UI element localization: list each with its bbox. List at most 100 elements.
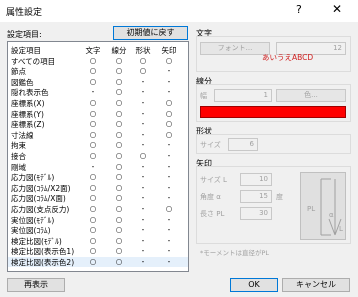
arrow-mark: - [167, 172, 171, 182]
shape-size-label: サイズ [200, 141, 221, 149]
text-mark: ○ [89, 246, 97, 256]
arrow-mark: - [167, 214, 171, 224]
text-mark: ○ [89, 150, 97, 160]
arrow-mark: - [167, 235, 171, 245]
shape-size-field[interactable]: 6 [228, 138, 258, 151]
line-mark: ○ [115, 214, 123, 224]
list-item[interactable]: 拘束 ○ ○ - - [8, 140, 188, 151]
item-label: 検定比図(ﾓﾃﾞﾙ) [11, 236, 62, 246]
list-item[interactable]: 実位図(ﾓﾃﾞﾙ) ○ ○ - - [8, 215, 188, 226]
shape-mark: - [141, 246, 145, 256]
item-label: 接合 [11, 151, 26, 161]
arrow-mark: ○ [165, 108, 173, 118]
text-mark: ○ [89, 193, 97, 203]
arrow-mark: - [167, 76, 171, 86]
header-text: 文字 [85, 46, 101, 55]
line-width-field[interactable]: 1 [214, 89, 272, 102]
list-item[interactable]: 接合 ○ ○ ○ - [8, 151, 188, 162]
list-item[interactable]: 検定比図(ﾓﾃﾞﾙ) ○ ○ - - [8, 236, 188, 247]
text-mark: ○ [89, 256, 97, 266]
text-mark: ○ [89, 225, 97, 235]
arrow-size-field[interactable]: 10 [240, 173, 272, 186]
text-mark: - [91, 87, 95, 97]
ok-button[interactable]: OK [230, 278, 278, 292]
line-mark: ○ [115, 161, 123, 171]
arrow-angle-field[interactable]: 15 [240, 190, 272, 203]
text-mark: ○ [89, 172, 97, 182]
shape-mark: - [141, 129, 145, 139]
list-item[interactable]: 節点 ○ ○ ○ - [8, 66, 188, 77]
line-mark: ○ [115, 182, 123, 192]
line-color-button[interactable]: 色... [276, 89, 346, 102]
text-mark: ○ [89, 76, 97, 86]
items-label: 設定項目: [7, 30, 42, 39]
line-mark: ○ [115, 225, 123, 235]
text-mark: ○ [89, 140, 97, 150]
shape-mark: - [141, 76, 145, 86]
list-item[interactable]: 検定比図(表示色1) ○ ○ - - [8, 246, 188, 257]
list-item[interactable]: すべての項目 ○ ○ ○ ○ [8, 56, 188, 67]
shape-mark: ○ [139, 66, 147, 76]
item-label: 検定比図(表示色2) [11, 257, 75, 267]
shape-mark: - [141, 182, 145, 192]
list-item[interactable]: 応力図(ｺﾗﾑ/X2面) ○ ○ - - [8, 183, 188, 194]
arrow-mark: - [167, 150, 171, 160]
shape-mark: ○ [139, 55, 147, 65]
arrow-size-label: サイズ L [200, 176, 227, 184]
text-mark: ○ [89, 129, 97, 139]
line-mark: ○ [115, 140, 123, 150]
line-mark: ○ [115, 256, 123, 266]
item-label: 隠れ表示色 [11, 88, 49, 98]
preview-alpha-label: α [329, 211, 334, 219]
items-list[interactable]: 設定項目 文字 線分 形状 矢印 すべての項目 ○ ○ ○ ○ 節点 ○ ○ ○ - 図鑑色 ○ ○ - -… [7, 41, 189, 272]
item-label: 応力図(ｺﾗﾑ/X面) [11, 194, 66, 204]
list-item[interactable]: 応力図(支点反力) ○ ○ - ○ [8, 204, 188, 215]
moment-note: *モーメントは直径がPL [200, 249, 270, 257]
font-sample: あいうえABCD [262, 53, 314, 62]
item-label: 検定比図(表示色1) [11, 247, 75, 257]
text-mark: ○ [89, 119, 97, 129]
arrow-length-field[interactable]: 30 [240, 207, 272, 220]
list-item[interactable]: 座標系(Z) ○ ○ - ○ [8, 119, 188, 130]
arrow-mark: - [167, 225, 171, 235]
item-label: 座標系(X) [11, 98, 45, 108]
list-item[interactable]: 検定比図(表示色2) ○ ○ - - [8, 256, 188, 268]
line-mark: ○ [115, 66, 123, 76]
list-item[interactable]: 座標系(Y) ○ ○ - ○ [8, 109, 188, 120]
text-mark: ○ [89, 55, 97, 65]
item-label: 拘束 [11, 141, 26, 151]
arrow-preview: PL α L [300, 172, 346, 240]
shape-mark: - [141, 256, 145, 266]
list-item[interactable]: 実位図(ｺﾗﾑ) ○ ○ - - [8, 225, 188, 236]
list-item[interactable]: 座標系(X) ○ ○ - ○ [8, 98, 188, 109]
list-item[interactable]: 寸法線 ○ ○ - ○ [8, 130, 188, 141]
reset-defaults-button[interactable]: 初期値に戻す [113, 26, 188, 40]
arrow-mark: ○ [165, 203, 173, 213]
text-mark: ○ [89, 66, 97, 76]
shape-mark: - [141, 87, 145, 97]
arrow-angle-label: 角度 α [200, 193, 221, 201]
list-item[interactable]: 応力図(ｺﾗﾑ/X面) ○ ○ - - [8, 193, 188, 204]
arrow-mark: - [167, 246, 171, 256]
list-item[interactable]: 図鑑色 ○ ○ - - [8, 77, 188, 88]
list-item[interactable]: 剛域 - ○ - - [8, 162, 188, 173]
help-button[interactable]: ? [296, 3, 302, 16]
redraw-button[interactable]: 再表示 [7, 278, 65, 292]
list-item[interactable]: 隠れ表示色 - ○ - - [8, 87, 188, 98]
text-mark: ○ [89, 203, 97, 213]
font-button[interactable]: フォント... [200, 42, 270, 55]
text-mark: ○ [89, 97, 97, 107]
cancel-button[interactable]: キャンセル [282, 278, 350, 292]
line-mark: ○ [115, 119, 123, 129]
item-label: 応力図(ｺﾗﾑ/X2面) [11, 183, 71, 193]
close-icon[interactable]: ✕ [332, 2, 342, 16]
arrow-angle-unit: 度 [276, 193, 283, 201]
arrow-mark: ○ [165, 129, 173, 139]
dialog-body: 設定項目: 初期値に戻す 設定項目 文字 線分 形状 矢印 すべての項目 ○ ○ ○ ○… [0, 22, 358, 297]
list-item[interactable]: 応力図(ﾓﾃﾞﾙ) ○ ○ - - [8, 172, 188, 183]
arrow-mark: - [167, 256, 171, 266]
shape-mark: - [141, 172, 145, 182]
item-label: 応力図(支点反力) [11, 204, 70, 214]
arrow-length-label: 長さ PL [200, 210, 225, 218]
text-mark: - [91, 161, 95, 171]
